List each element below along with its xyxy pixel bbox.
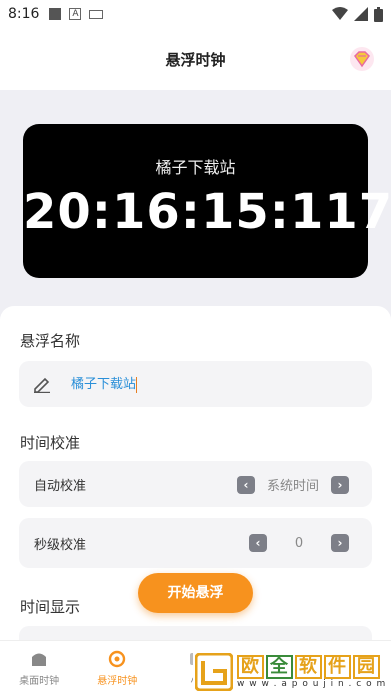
watermark: 欧全软件园 w w w . a p o u j i n . c o m <box>193 648 391 696</box>
tab-label: 桌面时钟 <box>19 676 60 687</box>
notification-square-icon <box>49 8 62 20</box>
time-calibration-label: 时间校准 <box>20 434 81 452</box>
float-clock-icon <box>109 650 126 668</box>
float-name-field[interactable]: 橘子下载站 <box>19 361 372 407</box>
battery-icon <box>374 6 383 22</box>
app-bar: 悬浮时钟 <box>0 28 391 90</box>
watermark-char: 园 <box>353 655 380 679</box>
tab-float-clock[interactable]: 悬浮时钟 <box>78 641 156 696</box>
watermark-title: 欧全软件园 <box>237 655 386 679</box>
start-float-button[interactable]: 开始悬浮 <box>138 573 253 613</box>
desktop-clock-icon <box>32 653 47 666</box>
float-name-value: 橘子下载站 <box>71 377 137 392</box>
a-notification-icon: A <box>69 8 82 20</box>
watermark-char: 全 <box>266 655 293 679</box>
auto-calibration-value: 系统时间 <box>266 479 319 494</box>
clock-preview: 橘子下载站 20:16:15:117 <box>23 124 391 278</box>
chevron-right-icon[interactable]: › <box>331 534 349 552</box>
watermark-char: 件 <box>324 655 351 679</box>
watermark-char: 欧 <box>237 655 264 679</box>
watermark-logo <box>195 653 233 691</box>
text-caret <box>136 376 138 393</box>
auto-calibration-label: 自动校准 <box>34 479 87 494</box>
signal-icon <box>354 7 368 21</box>
watermark-url: w w w . a p o u j i n . c o m <box>237 679 387 689</box>
pencil-icon <box>34 377 50 393</box>
time-display-label: 时间显示 <box>20 598 81 616</box>
chevron-left-icon[interactable]: ‹ <box>249 534 267 552</box>
float-name-input[interactable]: 橘子下载站 <box>71 373 351 395</box>
keyboard-icon <box>89 9 104 19</box>
seconds-calibration-stepper: ‹ 0 › <box>249 534 349 552</box>
seconds-calibration-value: 0 <box>294 535 304 551</box>
chevron-left-icon[interactable]: ‹ <box>237 475 255 494</box>
clock-preview-name: 橘子下载站 <box>155 158 236 177</box>
seconds-calibration-row: 秒级校准 ‹ 0 › <box>19 518 372 568</box>
vip-diamond-icon[interactable] <box>349 46 375 72</box>
float-name-label: 悬浮名称 <box>20 332 81 350</box>
seconds-calibration-label: 秒级校准 <box>34 538 87 553</box>
auto-calibration-row: 自动校准 ‹ 系统时间 › <box>19 461 372 507</box>
watermark-char: 软 <box>295 655 322 679</box>
wifi-icon <box>332 7 348 20</box>
tab-label: 悬浮时钟 <box>97 676 138 687</box>
status-time: 8:16 <box>8 6 40 22</box>
status-bar: 8:16 A <box>0 0 391 28</box>
auto-calibration-stepper: ‹ 系统时间 › <box>237 475 349 494</box>
tab-desktop-clock[interactable]: 桌面时钟 <box>0 641 78 696</box>
chevron-right-icon[interactable]: › <box>331 475 349 494</box>
page-title: 悬浮时钟 <box>165 50 226 69</box>
clock-preview-time: 20:16:15:117 <box>23 184 391 240</box>
